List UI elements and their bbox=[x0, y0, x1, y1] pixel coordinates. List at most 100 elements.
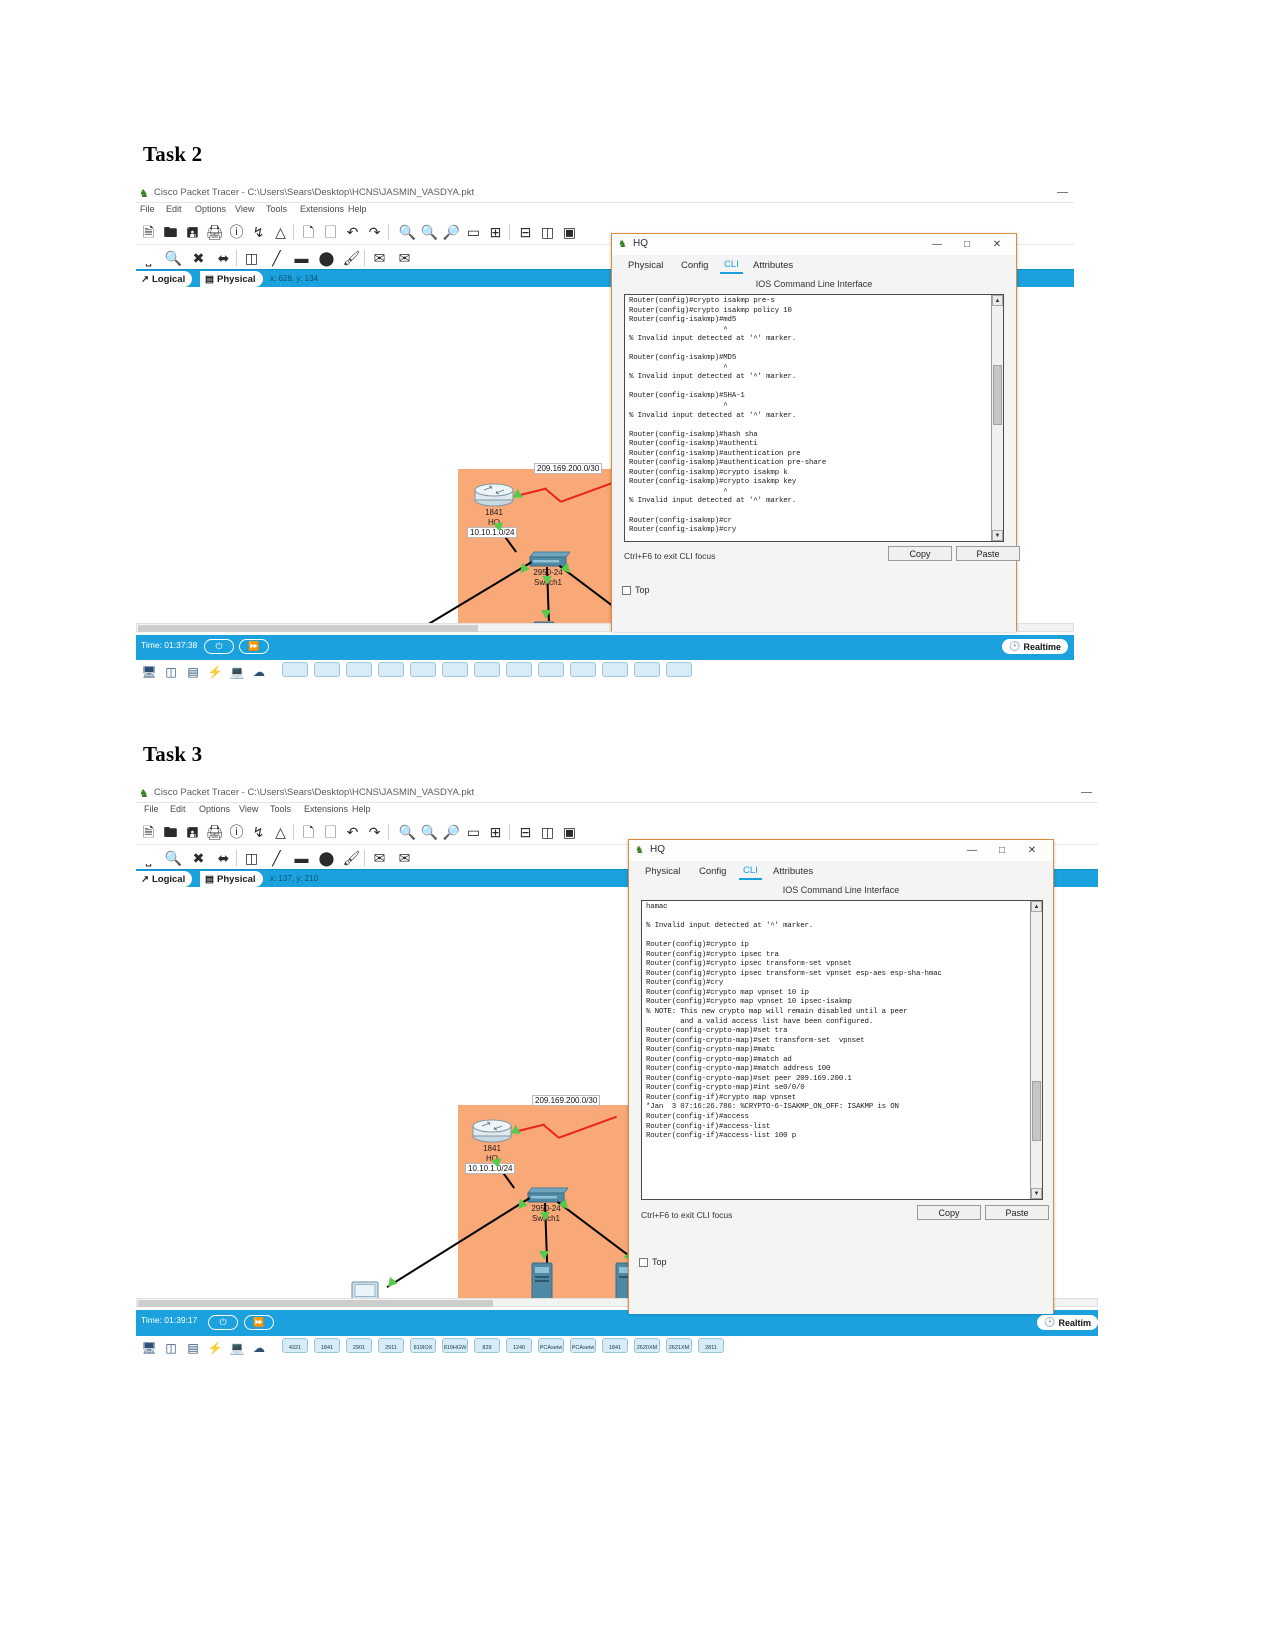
router-group-icon[interactable]: 🖥 bbox=[140, 664, 158, 680]
info-icon[interactable]: ⓘ bbox=[228, 823, 245, 841]
menu-edit[interactable]: Edit bbox=[166, 204, 182, 214]
print-icon[interactable]: 🖨 bbox=[206, 223, 224, 241]
cli-scroll-up-icon[interactable]: ▲ bbox=[992, 295, 1003, 306]
add-complex-pdu-icon[interactable]: ✉ bbox=[396, 249, 413, 267]
palette-device[interactable]: 2620XM bbox=[634, 1338, 660, 1353]
palette-icon[interactable]: ▭ bbox=[465, 823, 482, 841]
palette-device[interactable]: 1240 bbox=[506, 1338, 532, 1353]
minimize-button[interactable] bbox=[1057, 192, 1068, 193]
connections-icon[interactable]: ⚡ bbox=[206, 664, 224, 680]
save-icon[interactable]: 🖪 bbox=[184, 823, 201, 841]
multiuser-icon[interactable]: △ bbox=[272, 223, 289, 241]
palette-device[interactable]: 2811 bbox=[698, 1338, 724, 1353]
tab-cli[interactable]: CLI bbox=[720, 257, 743, 274]
paste-button[interactable]: Paste bbox=[985, 1205, 1049, 1220]
tab-config[interactable]: Config bbox=[677, 257, 712, 274]
notes-icon[interactable]: ⊟ bbox=[517, 823, 534, 841]
palette-device[interactable]: 819IOX bbox=[410, 1338, 436, 1353]
save-icon[interactable]: 🖪 bbox=[184, 223, 201, 241]
tab-cli[interactable]: CLI bbox=[739, 863, 762, 880]
palette-device[interactable] bbox=[410, 662, 436, 677]
canvas-hscroll-thumb[interactable] bbox=[138, 1300, 493, 1307]
paste-button[interactable]: Paste bbox=[956, 546, 1020, 561]
draw-line-icon[interactable]: ╱ bbox=[268, 849, 285, 867]
menu-extensions[interactable]: Extensions bbox=[304, 804, 348, 814]
tab-logical[interactable]: ↗ Logical bbox=[136, 871, 193, 887]
top-checkbox[interactable]: Top bbox=[639, 1257, 667, 1267]
select-icon[interactable]: ⎵ bbox=[140, 849, 157, 867]
palette-device[interactable]: 2901 bbox=[346, 1338, 372, 1353]
palette-device[interactable] bbox=[602, 662, 628, 677]
palette-device[interactable] bbox=[346, 662, 372, 677]
fast-forward-icon[interactable]: ⏩ bbox=[239, 639, 269, 654]
palette-device[interactable] bbox=[666, 662, 692, 677]
zoom-reset-icon[interactable]: 🔍 bbox=[421, 223, 438, 241]
palette-device[interactable]: 4321 bbox=[282, 1338, 308, 1353]
draw-ellipse-icon[interactable]: ⬤ bbox=[318, 249, 335, 267]
cli-scroll-thumb[interactable] bbox=[1032, 1081, 1041, 1141]
network-icon[interactable]: ▣ bbox=[561, 823, 578, 841]
paste-icon[interactable]: 🗌 bbox=[322, 823, 339, 841]
note-icon[interactable]: ◫ bbox=[243, 249, 260, 267]
menu-view[interactable]: View bbox=[239, 804, 258, 814]
copy-icon[interactable]: 🗋 bbox=[300, 223, 317, 241]
pc-icon[interactable] bbox=[349, 1280, 385, 1300]
switch-group-icon[interactable]: ◫ bbox=[162, 1340, 180, 1356]
hub-group-icon[interactable]: ▤ bbox=[184, 664, 202, 680]
pdu-list-icon[interactable]: ◫ bbox=[539, 823, 556, 841]
open-folder-icon[interactable]: 🖿 bbox=[162, 223, 179, 241]
zoom-out-icon[interactable]: 🔎 bbox=[443, 823, 460, 841]
draw-line-icon[interactable]: ╱ bbox=[268, 249, 285, 267]
draw-rect-icon[interactable]: ▬ bbox=[293, 249, 310, 267]
print-icon[interactable]: 🖨 bbox=[206, 823, 224, 841]
delete-icon[interactable]: ✖ bbox=[190, 249, 207, 267]
router-icon[interactable] bbox=[472, 481, 516, 507]
palette-device[interactable]: 819HGW bbox=[442, 1338, 468, 1353]
top-checkbox-box[interactable] bbox=[622, 585, 631, 595]
zoom-in-icon[interactable]: 🔍 bbox=[399, 823, 416, 841]
info-icon[interactable]: ⓘ bbox=[228, 223, 245, 241]
redo-icon[interactable]: ↷ bbox=[366, 223, 383, 241]
cli-scrollbar[interactable]: ▲ ▼ bbox=[1030, 901, 1042, 1199]
draw-rect-icon[interactable]: ▬ bbox=[293, 849, 310, 867]
activity-wizard-icon[interactable]: ↯ bbox=[250, 223, 267, 241]
resize-shape-icon[interactable]: ⬌ bbox=[215, 849, 232, 867]
palette-device[interactable]: 829 bbox=[474, 1338, 500, 1353]
tab-attributes[interactable]: Attributes bbox=[749, 257, 797, 274]
add-simple-pdu-icon[interactable]: ✉ bbox=[371, 249, 388, 267]
add-complex-pdu-icon[interactable]: ✉ bbox=[396, 849, 413, 867]
tab-physical[interactable]: Physical bbox=[641, 863, 684, 880]
draw-ellipse-icon[interactable]: ⬤ bbox=[318, 849, 335, 867]
palette-device[interactable] bbox=[378, 662, 404, 677]
menu-tools[interactable]: Tools bbox=[270, 804, 291, 814]
top-checkbox-box[interactable] bbox=[639, 1257, 648, 1267]
inspect-icon[interactable]: 🔍 bbox=[165, 249, 182, 267]
realtime-mode-toggle[interactable]: 🕑 Realtim bbox=[1037, 1315, 1098, 1330]
palette-device[interactable]: 2621XM bbox=[666, 1338, 692, 1353]
freeform-icon[interactable]: 🖌 bbox=[343, 849, 361, 867]
palette-device[interactable] bbox=[506, 662, 532, 677]
tab-physical[interactable]: Physical bbox=[624, 257, 667, 274]
paste-icon[interactable]: 🗌 bbox=[322, 223, 339, 241]
copy-icon[interactable]: 🗋 bbox=[300, 823, 317, 841]
palette-device[interactable] bbox=[570, 662, 596, 677]
pdu-list-icon[interactable]: ◫ bbox=[539, 223, 556, 241]
menu-options[interactable]: Options bbox=[195, 204, 226, 214]
palette-device[interactable]: 2911 bbox=[378, 1338, 404, 1353]
palette-device[interactable] bbox=[282, 662, 308, 677]
zoom-out-icon[interactable]: 🔎 bbox=[443, 223, 460, 241]
resize-shape-icon[interactable]: ⬌ bbox=[215, 249, 232, 267]
palette-device[interactable]: PCAsetw bbox=[570, 1338, 596, 1353]
notes-icon[interactable]: ⊟ bbox=[517, 223, 534, 241]
custom-devices-icon[interactable]: ⊞ bbox=[487, 223, 504, 241]
menu-options[interactable]: Options bbox=[199, 804, 230, 814]
palette-device[interactable]: 1841 bbox=[314, 1338, 340, 1353]
custom-devices-icon[interactable]: ⊞ bbox=[487, 823, 504, 841]
hq-close-button[interactable]: ✕ bbox=[982, 234, 1012, 255]
power-cycle-icon[interactable]: ⏻ bbox=[208, 1315, 238, 1330]
freeform-icon[interactable]: 🖌 bbox=[343, 249, 361, 267]
cli-terminal[interactable]: hamac % Invalid input detected at '^' ma… bbox=[641, 900, 1043, 1200]
copy-button[interactable]: Copy bbox=[917, 1205, 981, 1220]
menu-help[interactable]: Help bbox=[348, 204, 367, 214]
add-simple-pdu-icon[interactable]: ✉ bbox=[371, 849, 388, 867]
